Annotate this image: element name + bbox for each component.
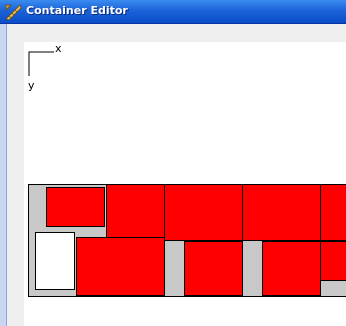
cargo-box[interactable] <box>320 184 346 241</box>
cargo-box[interactable] <box>46 187 105 227</box>
cargo-box[interactable] <box>106 184 165 238</box>
cargo-box[interactable] <box>76 237 165 296</box>
cargo-box[interactable] <box>242 184 321 241</box>
title-bar[interactable]: Container Editor <box>0 0 346 24</box>
empty-slot-box[interactable] <box>35 232 75 290</box>
cargo-box[interactable] <box>262 241 321 296</box>
y-axis-label: y <box>28 79 35 92</box>
window-title: Container Editor <box>26 4 128 17</box>
cargo-box[interactable] <box>164 184 243 241</box>
cargo-box[interactable] <box>320 241 346 281</box>
ruler-pencil-icon <box>5 4 22 21</box>
x-axis-label: x <box>55 42 62 55</box>
cargo-box[interactable] <box>184 241 243 296</box>
window-left-frame <box>0 24 7 326</box>
